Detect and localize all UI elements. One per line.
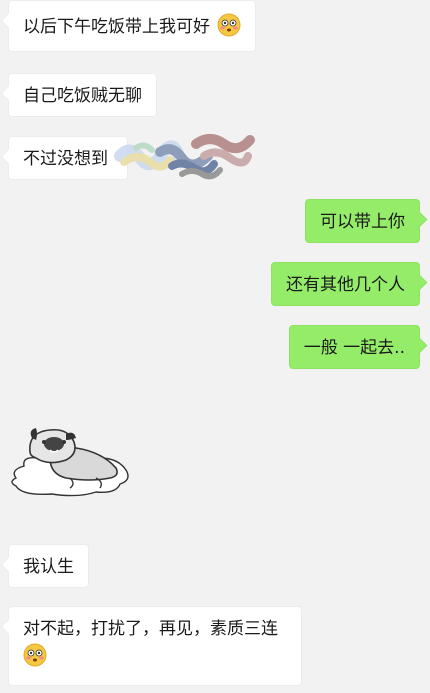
message-text: 对不起，打扰了，再见，素质三连 — [23, 619, 278, 639]
message-text: 一般 一起去.. — [303, 338, 405, 358]
redaction-scribble — [114, 134, 255, 180]
message-text: 我认生 — [23, 557, 74, 577]
message-bubble-incoming[interactable]: 以后下午吃饭带上我可好 — [8, 0, 257, 52]
message-text: 以后下午吃饭带上我可好 — [23, 17, 210, 37]
message-bubble-incoming[interactable]: 不过没想到 — [8, 136, 128, 180]
lying-pug-sticker[interactable] — [10, 420, 130, 498]
flushed-face-icon — [217, 13, 241, 44]
message-bubble-incoming[interactable]: 自己吃饭贼无聊 — [8, 73, 157, 117]
message-text: 可以带上你 — [320, 212, 405, 232]
message-text: 还有其他几个人 — [286, 275, 405, 295]
message-bubble-outgoing[interactable]: 可以带上你 — [305, 199, 420, 243]
flushed-face-icon — [23, 643, 47, 674]
message-bubble-outgoing[interactable]: 还有其他几个人 — [271, 262, 420, 306]
message-text: 不过没想到 — [23, 149, 108, 169]
message-text: 自己吃饭贼无聊 — [23, 86, 142, 106]
message-bubble-outgoing[interactable]: 一般 一起去.. — [288, 325, 420, 369]
message-bubble-incoming[interactable]: 我认生 — [8, 544, 89, 588]
message-bubble-incoming[interactable]: 对不起，打扰了，再见，素质三连 — [8, 606, 302, 686]
